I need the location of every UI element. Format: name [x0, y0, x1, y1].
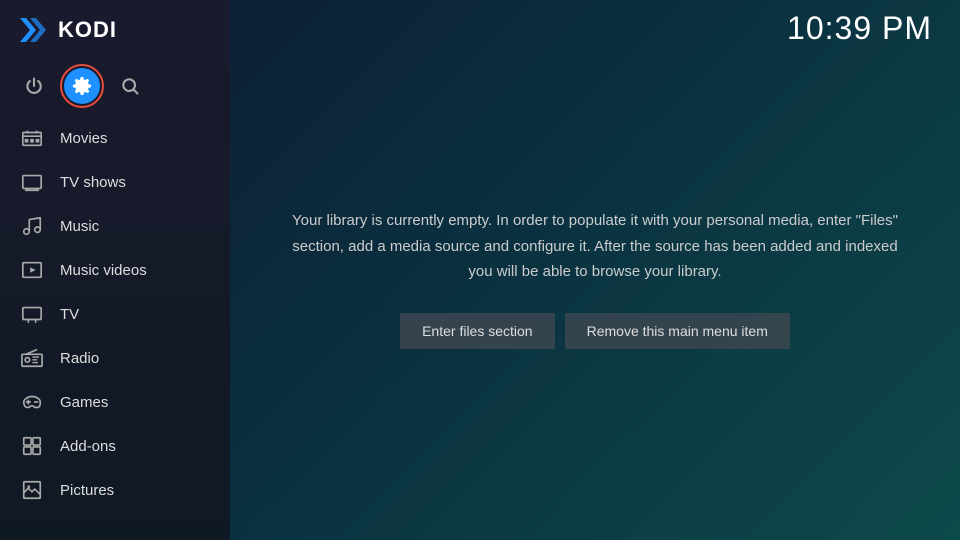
movies-label: Movies: [60, 130, 108, 147]
sidebar-item-tv[interactable]: TV: [0, 292, 230, 336]
main-content: 10:39 PM Your library is currently empty…: [230, 0, 960, 540]
games-icon: [20, 390, 44, 414]
games-label: Games: [60, 394, 108, 411]
musicvideos-label: Music videos: [60, 262, 147, 279]
sidebar-item-radio[interactable]: Radio: [0, 336, 230, 380]
sidebar-nav: Movies TV shows Music Music videos: [0, 116, 230, 540]
enter-files-button[interactable]: Enter files section: [400, 313, 555, 349]
sidebar-item-music[interactable]: Music: [0, 204, 230, 248]
tvshows-icon: [20, 170, 44, 194]
tv-icon: [20, 302, 44, 326]
movies-icon: [20, 126, 44, 150]
sidebar-item-pictures[interactable]: Pictures: [0, 468, 230, 512]
sidebar-controls: [0, 60, 230, 116]
kodi-logo-icon: [16, 14, 48, 46]
action-buttons: Enter files section Remove this main men…: [400, 313, 790, 349]
sidebar-item-tvshows[interactable]: TV shows: [0, 160, 230, 204]
remove-menu-item-button[interactable]: Remove this main menu item: [565, 313, 790, 349]
app-title: KODI: [58, 17, 117, 43]
addons-icon: [20, 434, 44, 458]
sidebar-item-games[interactable]: Games: [0, 380, 230, 424]
app-header: KODI: [0, 0, 230, 60]
pictures-label: Pictures: [60, 482, 114, 499]
radio-icon: [20, 346, 44, 370]
top-bar: 10:39 PM: [230, 0, 960, 57]
sidebar: KODI: [0, 0, 230, 540]
settings-button[interactable]: [64, 68, 100, 104]
sidebar-item-addons[interactable]: Add-ons: [0, 424, 230, 468]
power-button[interactable]: [16, 68, 52, 104]
library-section: Your library is currently empty. In orde…: [230, 57, 960, 540]
radio-label: Radio: [60, 350, 99, 367]
pictures-icon: [20, 478, 44, 502]
addons-label: Add-ons: [60, 438, 116, 455]
clock-display: 10:39 PM: [787, 10, 932, 47]
sidebar-item-movies[interactable]: Movies: [0, 116, 230, 160]
search-button[interactable]: [112, 68, 148, 104]
sidebar-item-musicvideos[interactable]: Music videos: [0, 248, 230, 292]
tv-label: TV: [60, 306, 79, 323]
musicvideos-icon: [20, 258, 44, 282]
tvshows-label: TV shows: [60, 174, 126, 191]
library-empty-message: Your library is currently empty. In orde…: [290, 208, 900, 285]
music-icon: [20, 214, 44, 238]
music-label: Music: [60, 218, 99, 235]
